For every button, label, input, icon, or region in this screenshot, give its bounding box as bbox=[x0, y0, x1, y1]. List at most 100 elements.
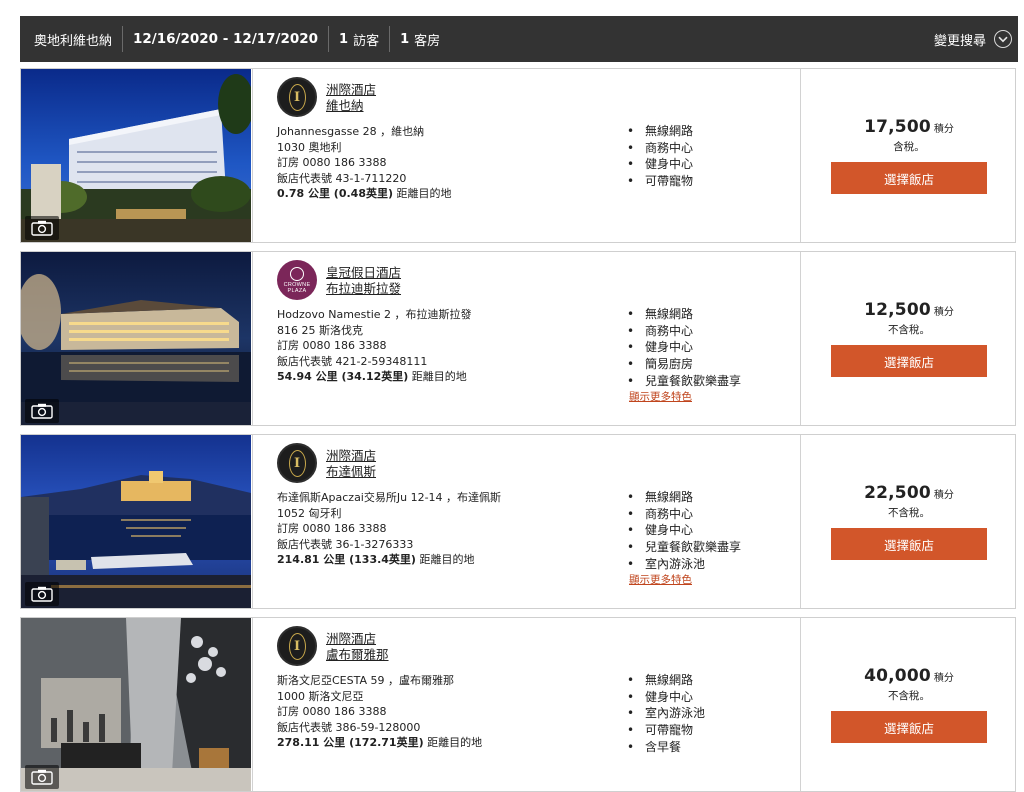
points-price: 17,500 bbox=[864, 117, 931, 137]
hotel-phone: 飯店代表號 386-59-128000 bbox=[277, 720, 421, 734]
hotel-city-link[interactable]: 布拉迪斯拉發 bbox=[326, 278, 401, 297]
hotel-card: I 洲際酒店 維也納 Johannesgasse 28 ，維也納 1030 奧地… bbox=[20, 68, 1016, 243]
address-line: 布達佩斯Apaczai交易所Ju 12-14 ，布達佩斯 bbox=[277, 491, 502, 504]
select-hotel-button[interactable]: 選擇飯店 bbox=[831, 528, 987, 560]
amenity-item: 可帶寵物 bbox=[627, 722, 705, 739]
price-box: 40,000 積分 不含稅。 bbox=[829, 666, 989, 703]
crown-icon bbox=[290, 266, 304, 281]
crowne-plaza-logo: CROWNE PLAZA bbox=[277, 260, 317, 300]
divider bbox=[800, 252, 801, 425]
search-dates-text: 12/16/2020 - 12/17/2020 bbox=[133, 31, 319, 47]
hotel-phone: 飯店代表號 36-1-3276333 bbox=[277, 537, 414, 551]
distance-suffix: 距離目的地 bbox=[393, 187, 452, 200]
select-hotel-button[interactable]: 選擇飯店 bbox=[831, 162, 987, 194]
divider bbox=[252, 618, 253, 791]
search-summary-bar: 奧地利維也納 12/16/2020 - 12/17/2020 1 訪客 1 客房… bbox=[20, 16, 1018, 62]
address-line: Johannesgasse 28 ，維也納 bbox=[277, 125, 425, 138]
hotel-photo[interactable] bbox=[21, 69, 251, 242]
distance-value: 278.11 公里 (172.71英里) bbox=[277, 736, 424, 749]
amenities-list: 無線網路 健身中心 室內游泳池 可帶寵物 含早餐 bbox=[627, 672, 705, 756]
points-label: 積分 bbox=[933, 124, 954, 135]
hotel-photo[interactable] bbox=[21, 618, 251, 791]
amenity-item: 商務中心 bbox=[627, 506, 741, 523]
show-more-features-link[interactable]: 顯示更多特色 bbox=[629, 572, 692, 587]
distance-suffix: 距離目的地 bbox=[423, 736, 483, 749]
distance-value: 54.94 公里 (34.12英里) bbox=[277, 370, 409, 383]
amenity-item: 簡易廚房 bbox=[627, 356, 741, 373]
amenities-list: 無線網路 商務中心 健身中心 簡易廚房 兒童餐飲歡樂盡享 bbox=[627, 306, 741, 390]
hotel-card: CROWNE PLAZA 皇冠假日酒店 布拉迪斯拉發 Hodzovo Names… bbox=[20, 251, 1016, 426]
search-rooms[interactable]: 1 客房 bbox=[390, 16, 450, 62]
rooms-count: 1 bbox=[400, 31, 410, 47]
hotel-address-block: Johannesgasse 28 ，維也納 1030 奧地利 訂房 0080 1… bbox=[277, 124, 452, 202]
select-hotel-button[interactable]: 選擇飯店 bbox=[831, 711, 987, 743]
camera-icon[interactable] bbox=[25, 399, 59, 423]
hotel-phone: 飯店代表號 43-1-711220 bbox=[277, 171, 407, 185]
distance-text: 214.81 公里 (133.4英里) 距離目的地 bbox=[277, 552, 501, 568]
amenity-item: 可帶寵物 bbox=[627, 173, 693, 190]
amenity-item: 商務中心 bbox=[627, 140, 693, 157]
reservation-phone: 訂房 0080 186 3388 bbox=[277, 705, 387, 718]
amenity-item: 健身中心 bbox=[627, 156, 693, 173]
amenity-item: 無線網路 bbox=[627, 672, 705, 689]
amenity-item: 無線網路 bbox=[627, 123, 693, 140]
amenities-list: 無線網路 商務中心 健身中心 可帶寵物 bbox=[627, 123, 693, 190]
points-price: 40,000 bbox=[864, 666, 931, 686]
tax-note: 不含稅。 bbox=[888, 690, 930, 702]
distance-text: 54.94 公里 (34.12英里) 距離目的地 bbox=[277, 369, 472, 385]
camera-icon[interactable] bbox=[25, 582, 59, 606]
divider bbox=[800, 435, 801, 608]
hotel-card: I 洲際酒店 布達佩斯 布達佩斯Apaczai交易所Ju 12-14 ，布達佩斯… bbox=[20, 434, 1016, 609]
hotel-phone: 飯店代表號 421-2-59348111 bbox=[277, 354, 428, 368]
distance-value: 0.78 公里 (0.48英里) bbox=[277, 187, 393, 200]
search-location[interactable]: 奧地利維也納 bbox=[20, 16, 122, 62]
hotel-address-block: 布達佩斯Apaczai交易所Ju 12-14 ，布達佩斯 1052 匈牙利 訂房… bbox=[277, 490, 501, 568]
divider bbox=[800, 618, 801, 791]
amenity-item: 健身中心 bbox=[627, 522, 741, 539]
hotel-photo[interactable] bbox=[21, 435, 251, 608]
intercontinental-logo: I bbox=[277, 443, 317, 483]
distance-text: 0.78 公里 (0.48英里) 距離目的地 bbox=[277, 186, 452, 202]
hotel-photo[interactable] bbox=[21, 252, 251, 425]
tax-note: 不含稅。 bbox=[888, 507, 930, 519]
address-line: 1000 斯洛文尼亞 bbox=[277, 689, 364, 703]
amenity-item: 健身中心 bbox=[627, 339, 741, 356]
points-label: 積分 bbox=[933, 490, 954, 501]
amenities-list: 無線網路 商務中心 健身中心 兒童餐飲歡樂盡享 室內游泳池 bbox=[627, 489, 741, 573]
hotel-city-link[interactable]: 維也納 bbox=[326, 95, 364, 114]
amenity-item: 兒童餐飲歡樂盡享 bbox=[627, 373, 741, 390]
amenity-item: 室內游泳池 bbox=[627, 556, 741, 573]
price-box: 17,500 積分 含稅。 bbox=[829, 117, 989, 154]
select-hotel-button[interactable]: 選擇飯店 bbox=[831, 345, 987, 377]
amenity-item: 健身中心 bbox=[627, 689, 705, 706]
price-box: 12,500 積分 不含稅。 bbox=[829, 300, 989, 337]
address-line: 816 25 斯洛伐克 bbox=[277, 323, 363, 337]
camera-icon[interactable] bbox=[25, 765, 59, 789]
reservation-phone: 訂房 0080 186 3388 bbox=[277, 339, 387, 352]
amenity-item: 無線網路 bbox=[627, 306, 741, 323]
intercontinental-logo: I bbox=[277, 626, 317, 666]
points-label: 積分 bbox=[933, 307, 954, 318]
reservation-phone: 訂房 0080 186 3388 bbox=[277, 156, 387, 169]
hotel-card: I 洲際酒店 盧布爾雅那 斯洛文尼亞CESTA 59 ，盧布爾雅那 1000 斯… bbox=[20, 617, 1016, 792]
hotel-city-link[interactable]: 布達佩斯 bbox=[326, 461, 376, 480]
tax-note: 不含稅。 bbox=[888, 324, 930, 336]
search-guests[interactable]: 1 訪客 bbox=[329, 16, 389, 62]
hotel-city-link[interactable]: 盧布爾雅那 bbox=[326, 644, 389, 663]
change-search-button[interactable]: 變更搜尋 bbox=[934, 30, 1018, 49]
amenity-item: 兒童餐飲歡樂盡享 bbox=[627, 539, 741, 556]
amenity-item: 商務中心 bbox=[627, 323, 741, 340]
camera-icon[interactable] bbox=[25, 216, 59, 240]
hotel-address-block: 斯洛文尼亞CESTA 59 ，盧布爾雅那 1000 斯洛文尼亞 訂房 0080 … bbox=[277, 673, 482, 751]
hotel-address-block: Hodzovo Namestie 2 ，布拉迪斯拉發 816 25 斯洛伐克 訂… bbox=[277, 307, 472, 385]
amenity-item: 含早餐 bbox=[627, 739, 705, 756]
divider bbox=[252, 69, 253, 242]
search-location-text: 奧地利維也納 bbox=[34, 33, 113, 49]
address-line: 1030 奧地利 bbox=[277, 140, 342, 154]
search-dates[interactable]: 12/16/2020 - 12/17/2020 bbox=[123, 16, 328, 62]
divider bbox=[252, 435, 253, 608]
points-price: 22,500 bbox=[864, 483, 931, 503]
amenity-item: 室內游泳池 bbox=[627, 705, 705, 722]
show-more-features-link[interactable]: 顯示更多特色 bbox=[629, 389, 692, 404]
address-line: 1052 匈牙利 bbox=[277, 506, 342, 520]
